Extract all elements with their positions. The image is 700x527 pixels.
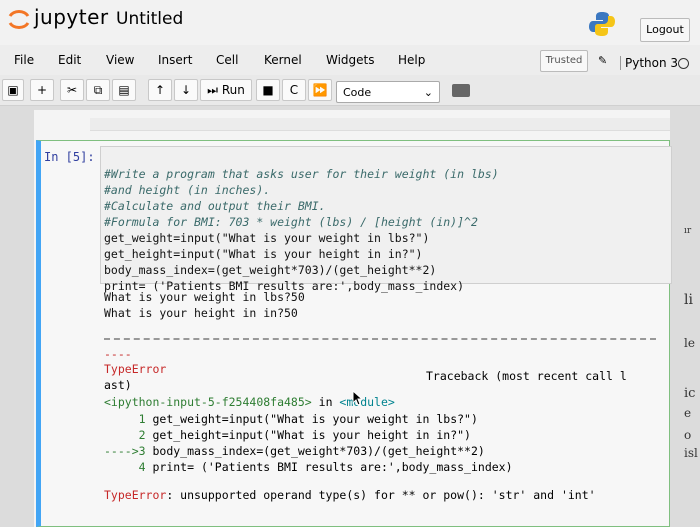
side-fragment: o — [684, 428, 692, 442]
cut-icon[interactable]: ✂ — [60, 79, 84, 101]
run-button[interactable]: ⏭ Run — [200, 79, 252, 101]
trusted-indicator[interactable]: Trusted — [540, 50, 588, 72]
error-text: : unsupported operand type(s) for ** or … — [166, 488, 596, 502]
side-fragment: ic — [684, 386, 696, 401]
chevron-down-icon: ⌄ — [423, 86, 433, 99]
traceback-line-number: 1 — [138, 412, 146, 426]
traceback-line: 1 get_weight=input("What is your weight … — [104, 412, 478, 426]
menu-file[interactable]: File — [14, 53, 34, 67]
menu-edit[interactable]: Edit — [58, 53, 81, 67]
cell-type-value: Code — [343, 86, 372, 99]
code-line-7: body_mass_index=(get_weight*703)/(get_he… — [104, 263, 437, 277]
stop-icon[interactable]: ■ — [256, 79, 280, 101]
traceback-line: 2 get_height=input("What is your height … — [104, 428, 471, 442]
kernel-status-icon — [678, 58, 689, 69]
mouse-cursor-icon — [352, 390, 364, 406]
side-fragment: li — [684, 292, 693, 308]
traceback-header-wrap: ast) — [104, 378, 132, 392]
jupyter-logo-icon[interactable] — [6, 6, 32, 32]
traceback-line-number: 2 — [138, 428, 146, 442]
python-logo-icon — [589, 12, 615, 36]
traceback-arrow — [104, 460, 139, 474]
code-line-2: #and height (in inches). — [104, 183, 271, 197]
code-line-4: #Formula for BMI: 703 * weight (lbs) / [… — [104, 215, 478, 229]
stdout-line: What is your height in in?50 — [104, 306, 298, 320]
traceback-line: 4 print= ('Patients BMI results are:',bo… — [104, 460, 513, 474]
fast-forward-icon[interactable]: ⏩ — [308, 79, 332, 101]
logout-button[interactable]: Logout — [640, 18, 690, 42]
run-icon: ⏭ — [207, 83, 218, 97]
input-prompt: In [5]: — [44, 150, 95, 164]
traceback-line-text: get_height=input("What is your height in… — [145, 428, 471, 442]
code-line-1: #Write a program that asks user for thei… — [104, 167, 499, 181]
side-fragment: ır — [684, 226, 692, 236]
side-fragment: e — [684, 406, 692, 420]
traceback-module: <module> — [339, 395, 395, 409]
code-line-3: #Calculate and output their BMI. — [104, 199, 326, 213]
traceback-line-number: 4 — [138, 460, 146, 474]
traceback-line-text: get_weight=input("What is your weight in… — [145, 412, 478, 426]
code-source[interactable]: #Write a program that asks user for thei… — [104, 150, 499, 294]
traceback-line-text: body_mass_index=(get_weight*703)/(get_he… — [145, 444, 485, 458]
menu-kernel[interactable]: Kernel — [264, 53, 302, 67]
stdout-line: What is your weight in lbs?50 — [104, 290, 305, 304]
run-label: Run — [221, 83, 245, 97]
restart-icon[interactable]: C — [282, 79, 306, 101]
code-line-5: get_weight=input("What is your weight in… — [104, 231, 430, 245]
save-icon[interactable]: ▣ — [2, 79, 24, 101]
move-down-icon[interactable]: ↓ — [174, 79, 198, 101]
menu-widgets[interactable]: Widgets — [326, 53, 375, 67]
jupyter-brand[interactable]: jupyter — [34, 5, 109, 29]
error-message: TypeError: unsupported operand type(s) f… — [104, 488, 596, 502]
insert-cell-plus-icon[interactable]: + — [30, 79, 54, 101]
keyboard-icon[interactable] — [452, 84, 470, 97]
menu-insert[interactable]: Insert — [158, 53, 192, 67]
traceback-arrow — [104, 412, 139, 426]
menu-view[interactable]: View — [106, 53, 134, 67]
traceback-error-name: TypeError — [104, 362, 167, 376]
error-name: TypeError — [104, 488, 167, 502]
menu-help[interactable]: Help — [398, 53, 425, 67]
traceback-short-dash: ---- — [104, 347, 132, 361]
previous-cell[interactable] — [90, 118, 670, 131]
paste-icon[interactable]: ▤ — [112, 79, 136, 101]
traceback-line-text: print= ('Patients BMI results are:',body… — [145, 460, 513, 474]
code-line-6: get_height=input("What is your height in… — [104, 247, 423, 261]
side-fragment: isl — [684, 446, 698, 460]
edit-mode-pencil-icon: ✎ — [598, 54, 608, 67]
traceback-line-number: 3 — [138, 444, 146, 458]
menu-cell[interactable]: Cell — [216, 53, 238, 67]
cell-type-select[interactable]: Code ⌄ — [336, 81, 440, 103]
traceback-arrow: ----> — [104, 444, 139, 458]
traceback-in: in — [311, 395, 340, 409]
traceback-header: Traceback (most recent call l — [426, 369, 627, 383]
traceback-line: ---->3 body_mass_index=(get_weight*703)/… — [104, 444, 485, 458]
traceback-input-name: <ipython-input-5-f254408fa485> — [104, 395, 312, 409]
copy-icon[interactable]: ⧉ — [86, 79, 110, 101]
traceback-separator — [104, 338, 656, 340]
notebook-title[interactable]: Untitled — [116, 9, 183, 29]
move-up-icon[interactable]: ↑ — [148, 79, 172, 101]
traceback-arrow — [104, 428, 139, 442]
kernel-name[interactable]: Python 3 — [620, 56, 678, 70]
side-fragment: le — [684, 336, 695, 350]
